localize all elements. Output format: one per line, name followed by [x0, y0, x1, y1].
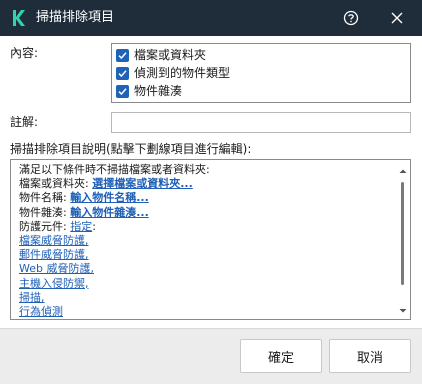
checkbox-object-hash[interactable] [116, 84, 129, 98]
option-label: 檔案或資料夾 [134, 48, 207, 62]
checkmark-icon [118, 51, 127, 59]
cancel-button[interactable]: 取消 [329, 339, 411, 373]
file-row: 檔案或資料夾: 選擇檔案或資料夾... [19, 177, 379, 191]
object-name-row: 物件名稱: 輸入物件名稱... [19, 191, 379, 205]
content-options-box: 檔案或資料夾 偵測到的物件類型 物件雜湊 [111, 43, 411, 103]
kaspersky-k-icon [13, 10, 25, 26]
help-button[interactable] [337, 6, 365, 30]
vertical-scrollbar[interactable] [396, 160, 410, 319]
description-box: 滿足以下條件時不掃描檔案或者資料夾: 檔案或資料夾: 選擇檔案或資料夾... 物… [10, 159, 411, 320]
file-label: 檔案或資料夾: [19, 177, 89, 191]
component-web-threat-protection-link[interactable]: Web 威脅防護, [19, 262, 94, 275]
question-circle-icon [343, 10, 359, 26]
scroll-up-arrow-icon[interactable] [396, 166, 410, 176]
select-file-link[interactable]: 選擇檔案或資料夾... [92, 177, 193, 190]
checkmark-icon [118, 69, 127, 77]
description-label: 掃描排除項目說明(點擊下劃線項目進行編輯): [10, 142, 252, 156]
object-name-label: 物件名稱: [19, 191, 67, 205]
checkmark-icon [118, 87, 127, 95]
protection-suffix: : [92, 219, 96, 233]
option-label: 偵測到的物件類型 [134, 66, 231, 80]
option-object-hash[interactable]: 物件雜湊 [116, 83, 182, 99]
checkbox-detected-object-type[interactable] [116, 66, 129, 80]
component-scan-link[interactable]: 掃描, [19, 291, 45, 304]
component-mail-threat-protection-link[interactable]: 郵件威脅防護, [19, 248, 89, 261]
title-bar: 掃描排除項目 [0, 0, 422, 36]
option-file-or-folder[interactable]: 檔案或資料夾 [116, 47, 206, 63]
scrollbar-thumb[interactable] [401, 182, 404, 285]
option-detected-object-type[interactable]: 偵測到的物件類型 [116, 65, 230, 81]
window-title: 掃描排除項目 [36, 10, 115, 25]
object-hash-link[interactable]: 輸入物件雜湊... [70, 206, 149, 219]
component-behavior-detection-link[interactable]: 行為偵測 [19, 305, 63, 318]
close-button[interactable] [383, 6, 411, 30]
scroll-down-arrow-icon[interactable] [396, 306, 410, 316]
checkbox-file-or-folder[interactable] [116, 48, 129, 62]
close-icon [391, 12, 403, 24]
object-hash-row: 物件雜湊: 輸入物件雜湊... [19, 206, 379, 220]
object-hash-label: 物件雜湊: [19, 205, 67, 219]
protection-label: 防護元件: [19, 219, 67, 233]
component-file-threat-protection-link[interactable]: 檔案威脅防護, [19, 234, 89, 247]
comment-label: 註解: [10, 115, 39, 129]
comment-input[interactable] [111, 112, 411, 133]
content-label: 內容: [10, 46, 39, 60]
protection-row: 防護元件: 指定: [19, 220, 379, 234]
object-name-link[interactable]: 輸入物件名稱... [70, 191, 149, 204]
description-header: 滿足以下條件時不掃描檔案或者資料夾: [19, 163, 210, 176]
specify-link[interactable]: 指定 [70, 220, 92, 233]
component-host-intrusion-prevention-link[interactable]: 主機入侵防禦, [19, 277, 89, 290]
ok-button[interactable]: 確定 [240, 339, 322, 373]
description-content: 滿足以下條件時不掃描檔案或者資料夾: 檔案或資料夾: 選擇檔案或資料夾... 物… [19, 163, 379, 319]
option-label: 物件雜湊 [134, 84, 183, 98]
